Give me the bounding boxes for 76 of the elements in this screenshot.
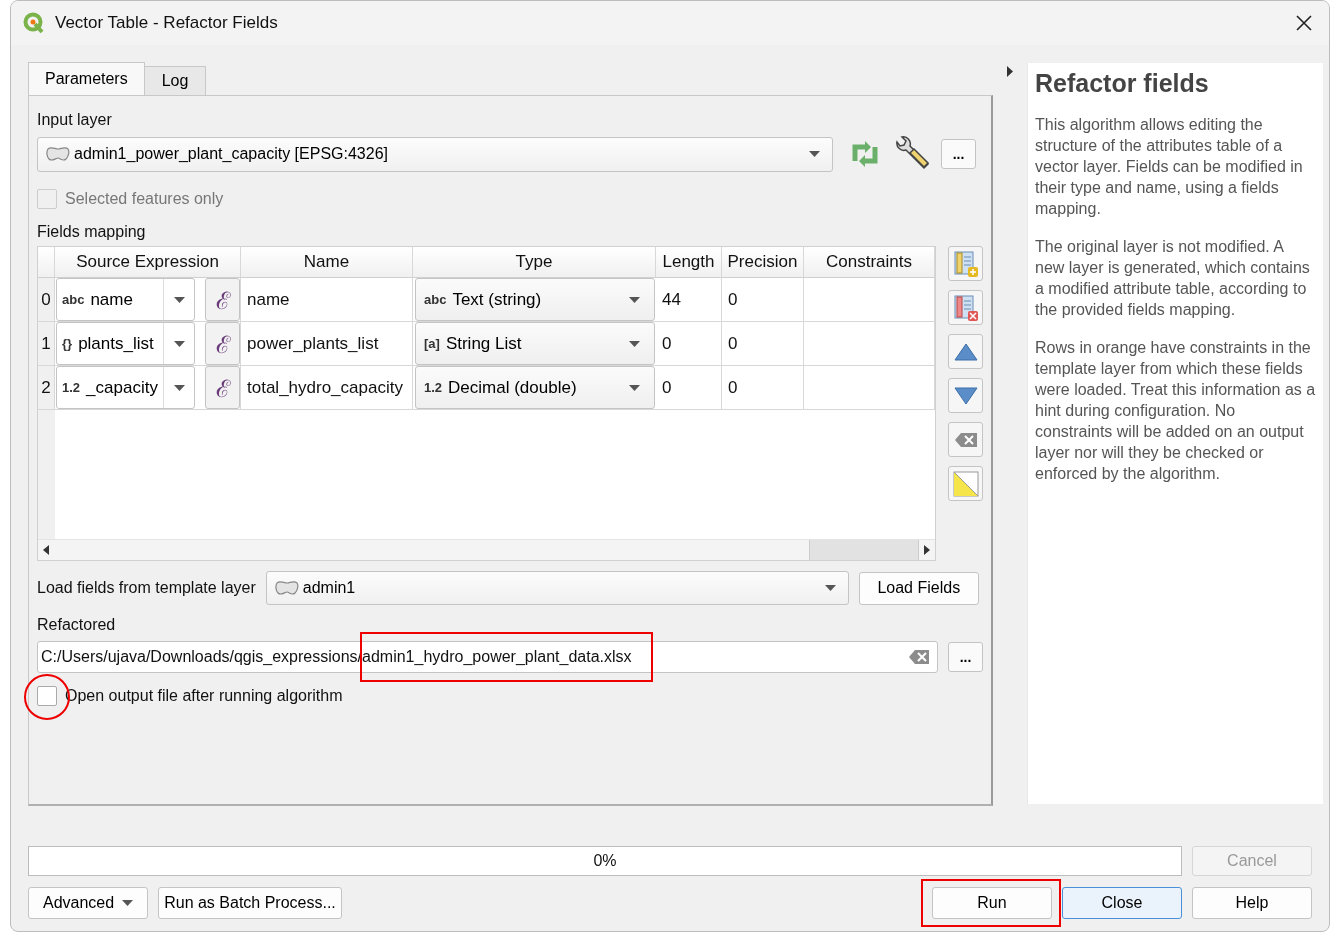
scrollbar-thumb[interactable] xyxy=(809,540,919,560)
more-options-button[interactable]: ... xyxy=(941,139,976,169)
caret-icon xyxy=(173,296,185,303)
wrench-icon[interactable] xyxy=(893,136,931,172)
dialog-button[interactable]: Close xyxy=(1062,887,1182,919)
load-fields-button[interactable]: Load Fields xyxy=(858,571,979,605)
table-cell: total_hydro_capacity xyxy=(241,366,413,410)
app-logo-icon xyxy=(23,12,45,34)
collapse-arrow-icon[interactable] xyxy=(1007,66,1013,77)
backspace-icon xyxy=(954,432,977,447)
caret-icon xyxy=(629,384,640,391)
template-layer-dropdown[interactable]: admin1 xyxy=(265,571,849,605)
table-cell: power_plants_list xyxy=(241,322,413,366)
help-paragraph: This algorithm allows editing the structure of the attributes table of a vector layer. Fields can be modified in their type and name, using a fields mapping. xyxy=(1035,115,1304,219)
field-label: Input layer xyxy=(37,110,113,130)
checkbox-label: Selected features only xyxy=(65,190,224,208)
column-header[interactable]: Constraints xyxy=(804,247,935,278)
field-label: Load fields from template layer xyxy=(37,579,256,597)
table-cell: 44 xyxy=(656,278,722,322)
delete-field-button[interactable] xyxy=(948,290,983,325)
down-triangle-icon xyxy=(953,386,978,405)
batch-process-button[interactable]: Run as Batch Process... xyxy=(158,887,342,919)
table-cell: 0 xyxy=(656,366,722,410)
add-field-button[interactable] xyxy=(948,246,983,281)
caret-icon xyxy=(629,340,640,347)
move-down-button[interactable] xyxy=(948,378,983,413)
source-expression-dropdown[interactable]: {} plants_list xyxy=(56,322,196,365)
polygon-layer-icon xyxy=(274,580,299,596)
caret-icon xyxy=(629,296,640,303)
clear-button[interactable] xyxy=(948,422,983,457)
column-header[interactable]: Length xyxy=(656,247,722,278)
expression-button[interactable]: ℰ xyxy=(205,366,240,409)
caret-icon xyxy=(173,340,185,347)
input-layer-dropdown[interactable]: admin1_power_plant_capacity [EPSG:4326] xyxy=(37,136,833,172)
up-triangle-icon xyxy=(953,342,978,361)
help-paragraph: Rows in orange have constraints in the template layer from which these fields were loaded. Treat this information as a hint during configuration. No constraints will be added on an output layer nor will they be checked or enforced by the algorithm. xyxy=(1035,338,1316,484)
table-cell: 0 xyxy=(722,366,804,410)
checkbox[interactable] xyxy=(37,686,57,706)
column-header[interactable]: Source Expression xyxy=(55,247,241,278)
clear-field-icon[interactable] xyxy=(909,650,929,664)
field-label: Fields mapping xyxy=(37,222,147,242)
dialog-button[interactable]: Run xyxy=(932,887,1052,919)
row-number: 0 xyxy=(38,278,55,322)
polygon-layer-icon xyxy=(46,146,70,162)
field-type-dropdown[interactable]: abc Text (string) xyxy=(415,278,655,321)
column-header[interactable]: Type xyxy=(413,247,656,278)
caret-icon xyxy=(809,151,820,157)
reset-button[interactable] xyxy=(948,466,983,501)
field-type-dropdown[interactable]: 1.2 Decimal (double) xyxy=(415,366,655,409)
move-up-button[interactable] xyxy=(948,334,983,369)
help-paragraph: The original layer is not modified. A new layer is generated, which contains a modified attribute table, according to the provided fields mapping. xyxy=(1035,237,1311,320)
expression-button[interactable]: ℰ xyxy=(205,278,240,321)
caret-icon xyxy=(173,384,185,391)
table-cell: 0 xyxy=(656,322,722,366)
window-title: Vector Table - Refactor Fields xyxy=(55,13,279,33)
more-options-button[interactable]: ... xyxy=(948,642,983,672)
caret-icon xyxy=(122,900,134,906)
tab[interactable]: Log xyxy=(143,66,207,95)
help-title: Refactor fields xyxy=(1035,69,1210,98)
dialog-button[interactable]: Help xyxy=(1192,887,1312,919)
expression-button[interactable]: ℰ xyxy=(205,322,240,365)
progress-text: 0% xyxy=(593,852,617,870)
column-header[interactable]: Precision xyxy=(722,247,804,278)
field-type-dropdown[interactable]: [a] String List xyxy=(415,322,655,365)
caret-icon xyxy=(824,585,836,591)
field-label: Refactored xyxy=(37,615,117,635)
source-expression-dropdown[interactable]: 1.2 _capacity xyxy=(56,366,196,409)
tab[interactable]: Parameters xyxy=(28,62,145,95)
table-cell: name xyxy=(241,278,413,322)
row-number: 1 xyxy=(38,322,55,366)
column-header[interactable]: Name xyxy=(241,247,413,278)
table-cell: 0 xyxy=(722,278,804,322)
source-expression-dropdown[interactable]: abc name xyxy=(56,278,196,321)
advanced-menu-button[interactable]: Advanced xyxy=(28,887,149,919)
table-cell: 0 xyxy=(722,322,804,366)
row-number: 2 xyxy=(38,366,55,410)
